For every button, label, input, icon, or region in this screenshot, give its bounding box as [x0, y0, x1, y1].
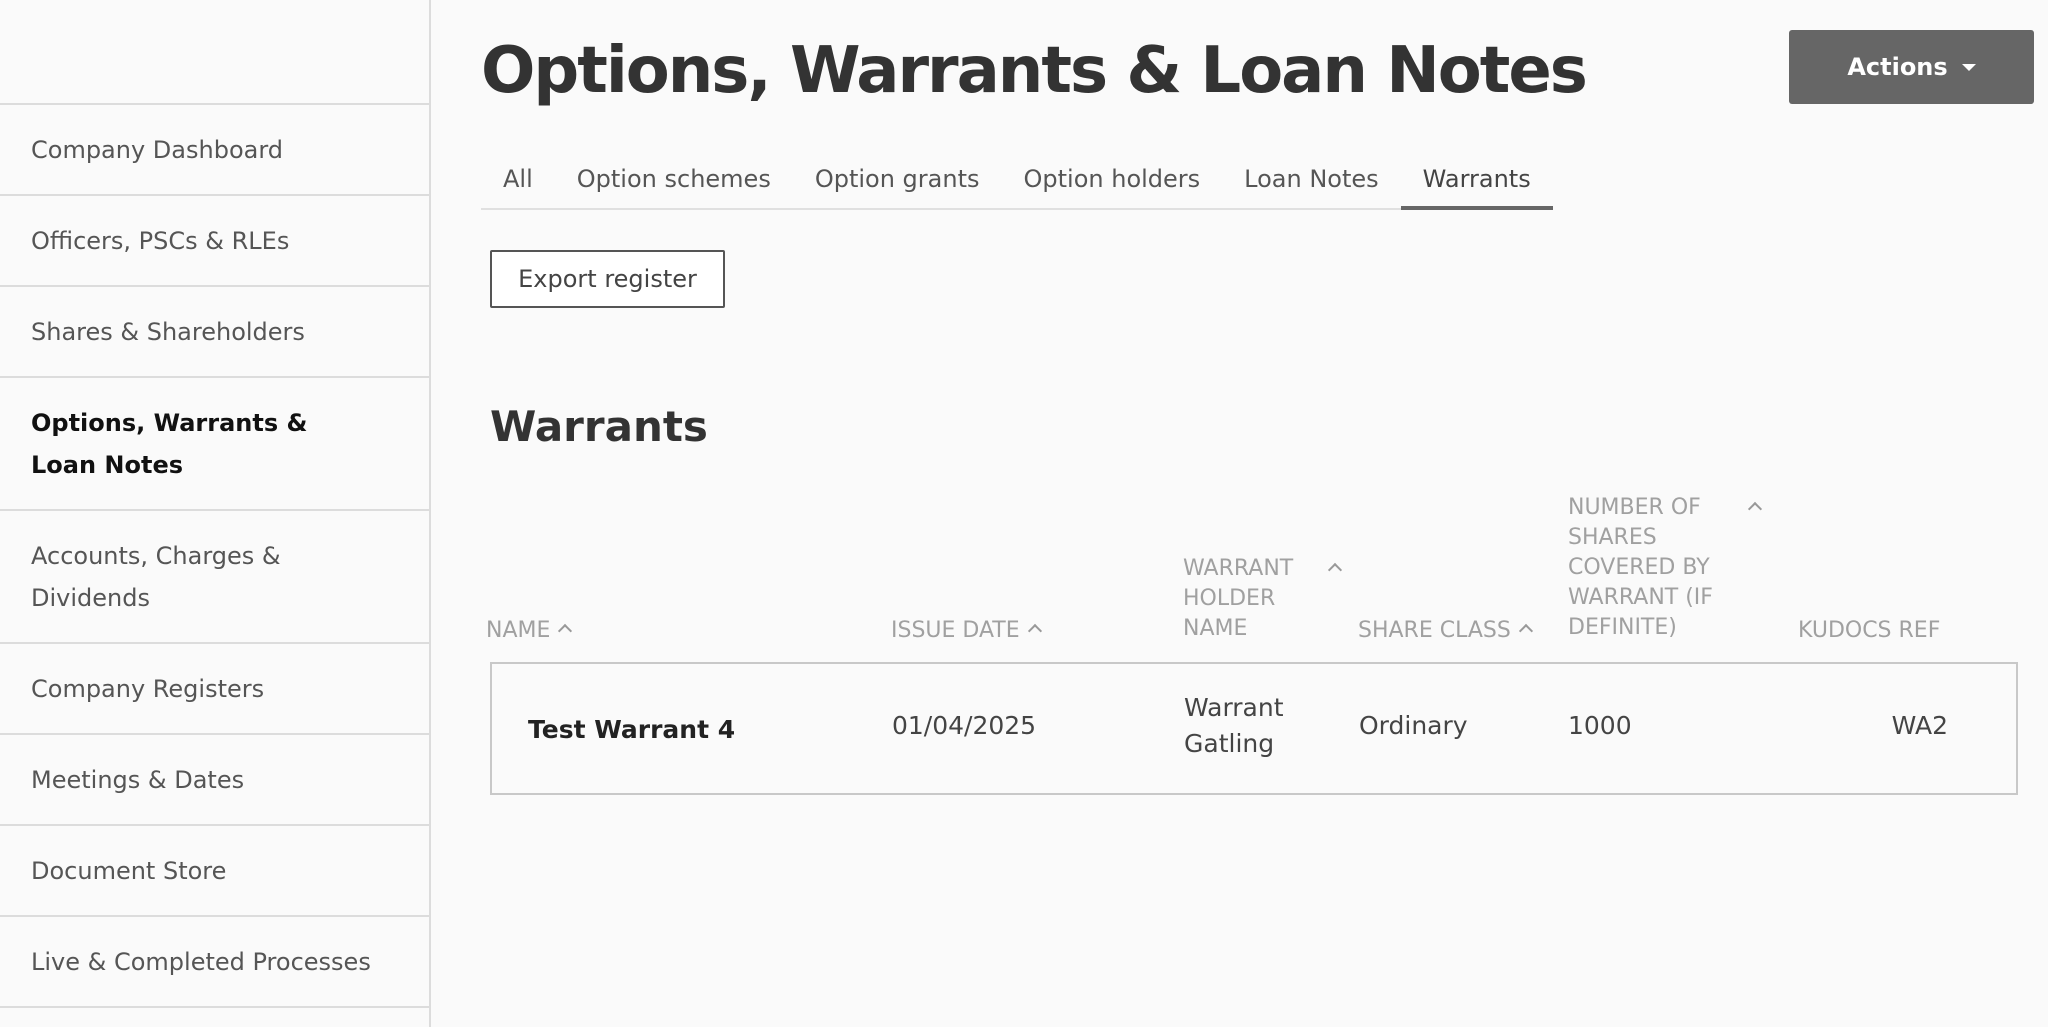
sidebar-item-options-warrants[interactable]: Options, Warrants & Loan Notes — [0, 378, 429, 511]
tab-option-schemes[interactable]: Option schemes — [555, 158, 793, 210]
page-title: Options, Warrants & Loan Notes — [481, 34, 1588, 108]
cell-holder: Warrant Gatling — [1184, 693, 1284, 758]
cell-name[interactable]: Test Warrant 4 — [528, 712, 735, 748]
column-header-label: NAME — [486, 618, 551, 643]
column-header-name[interactable]: NAME — [486, 616, 573, 646]
sidebar: Company Dashboard Officers, PSCs & RLEs … — [0, 0, 431, 1027]
sidebar-item-label: Accounts, Charges & Dividends — [31, 541, 281, 612]
sidebar-item-officers[interactable]: Officers, PSCs & RLEs — [0, 196, 429, 287]
sort-up-icon[interactable] — [558, 623, 573, 639]
sidebar-item-processes[interactable]: Live & Completed Processes — [0, 917, 429, 1008]
actions-button[interactable]: Actions — [1789, 30, 2034, 104]
tab-option-grants[interactable]: Option grants — [793, 158, 1002, 210]
sidebar-item-label: Company Dashboard — [31, 135, 284, 164]
sidebar-item-label: Document Store — [31, 856, 227, 885]
sidebar-item-document-store[interactable]: Document Store — [0, 826, 429, 917]
actions-button-label: Actions — [1847, 53, 1948, 81]
cell-ref: WA2 — [1891, 711, 1948, 740]
sidebar-item-accounts[interactable]: Accounts, Charges & Dividends — [0, 511, 429, 644]
column-header-label: SHARE CLASS — [1358, 618, 1511, 643]
sidebar-item-label: Meetings & Dates — [31, 765, 245, 794]
column-header-kudocs-ref: KUDOCS REF — [1798, 616, 1940, 646]
sidebar-nav: Company Dashboard Officers, PSCs & RLEs … — [0, 103, 429, 1008]
column-header-issue-date[interactable]: ISSUE DATE — [891, 616, 1042, 646]
cell-share-class: Ordinary — [1359, 711, 1468, 740]
column-header-holder-name[interactable]: WARRANT HOLDER NAME — [1183, 554, 1333, 644]
caret-down-icon — [1961, 63, 1976, 71]
sidebar-item-label: Live & Completed Processes — [31, 947, 371, 976]
tab-warrants[interactable]: Warrants — [1400, 158, 1553, 210]
sidebar-item-registers[interactable]: Company Registers — [0, 644, 429, 735]
sidebar-item-label: Shares & Shareholders — [31, 317, 305, 346]
column-header-label: KUDOCS REF — [1798, 618, 1941, 643]
sort-up-icon[interactable] — [1747, 501, 1763, 517]
column-header-label: ISSUE DATE — [891, 618, 1020, 643]
sidebar-item-company-dashboard[interactable]: Company Dashboard — [0, 105, 429, 196]
cell-shares: 1000 — [1568, 711, 1632, 740]
sort-up-icon[interactable] — [1027, 623, 1042, 639]
column-header-number-of-shares[interactable]: NUMBER OF SHARES COVERED BY WARRANT (IF … — [1568, 493, 1738, 643]
tab-option-holders[interactable]: Option holders — [1002, 158, 1223, 210]
sort-up-icon[interactable] — [1518, 623, 1533, 639]
tab-loan-notes[interactable]: Loan Notes — [1222, 158, 1401, 210]
sidebar-item-label: Options, Warrants & Loan Notes — [31, 408, 308, 479]
tab-bar: All Option schemes Option grants Option … — [481, 158, 1553, 210]
sidebar-item-label: Officers, PSCs & RLEs — [31, 226, 290, 255]
column-header-share-class[interactable]: SHARE CLASS — [1358, 616, 1533, 646]
export-register-button[interactable]: Export register — [490, 250, 725, 308]
sidebar-item-meetings[interactable]: Meetings & Dates — [0, 735, 429, 826]
sidebar-item-label: Company Registers — [31, 674, 265, 703]
column-header-label: NUMBER OF SHARES COVERED BY WARRANT (IF … — [1568, 495, 1713, 640]
cell-issue-date: 01/04/2025 — [892, 711, 1037, 740]
table-row[interactable]: Test Warrant 4 01/04/2025 Warrant Gatlin… — [490, 662, 2018, 795]
column-header-label: WARRANT HOLDER NAME — [1183, 556, 1294, 641]
sidebar-item-shares[interactable]: Shares & Shareholders — [0, 287, 429, 378]
tab-all[interactable]: All — [481, 158, 555, 210]
section-title: Warrants — [490, 402, 708, 451]
